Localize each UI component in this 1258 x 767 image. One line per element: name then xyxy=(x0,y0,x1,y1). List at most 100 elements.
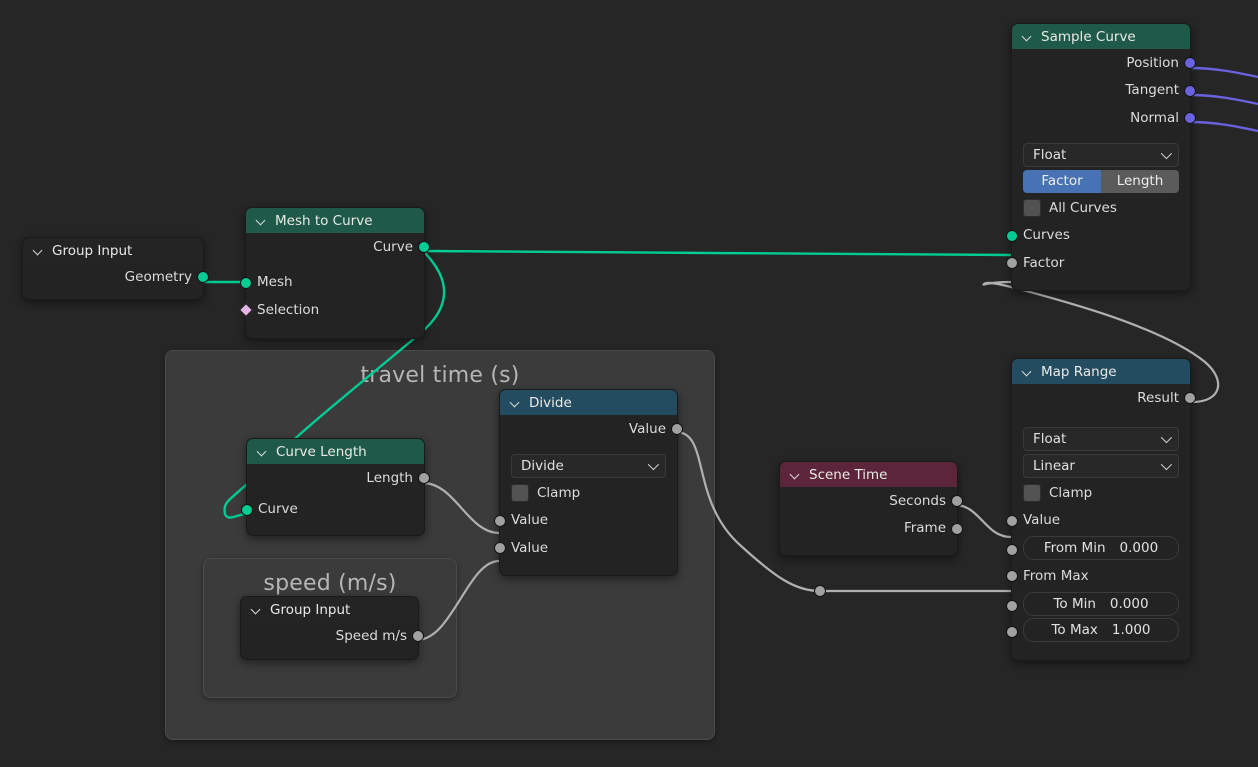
chevron-down-icon[interactable] xyxy=(789,468,802,481)
socket-output-curve[interactable] xyxy=(418,241,430,253)
input-row-curve: Curve xyxy=(241,496,424,524)
valuefield-from-min[interactable]: From Min 0.000 xyxy=(1023,536,1179,560)
node-sample-curve[interactable]: Sample Curve Position Tangent Normal Flo… xyxy=(1006,23,1196,291)
socket-output-normal[interactable] xyxy=(1184,112,1196,124)
node-mesh-to-curve-header[interactable]: Mesh to Curve xyxy=(246,208,424,233)
socket-input-value[interactable] xyxy=(1006,514,1018,527)
node-divide-body: Value Divide Clamp Value Value xyxy=(494,415,683,575)
socket-input-to-max[interactable] xyxy=(1006,625,1018,638)
output-row-length: Length xyxy=(247,464,430,492)
output-row-curve: Curve xyxy=(246,233,430,261)
node-group-input-geometry-header[interactable]: Group Input xyxy=(23,238,203,263)
input-row-from-max: From Max xyxy=(1006,562,1190,590)
node-group-input-geometry[interactable]: Group Input Geometry xyxy=(22,237,209,300)
input-label-curve: Curve xyxy=(258,501,298,518)
chevron-down-icon[interactable] xyxy=(1021,30,1034,43)
socket-output-frame[interactable] xyxy=(951,522,963,535)
node-scene-time[interactable]: Scene Time Seconds Frame xyxy=(779,461,963,556)
socket-output-tangent[interactable] xyxy=(1184,84,1196,97)
frame-speed-label: speed (m/s) xyxy=(263,571,397,596)
socket-input-selection[interactable] xyxy=(238,302,254,318)
dropdown-data-type[interactable]: Float xyxy=(1023,142,1179,167)
output-label-tangent: Tangent xyxy=(1125,82,1179,99)
output-row-result: Result xyxy=(1012,384,1196,412)
output-row-geometry: Geometry xyxy=(23,263,209,291)
chevron-down-icon[interactable] xyxy=(509,396,522,409)
checkrow-clamp[interactable]: Clamp xyxy=(511,481,666,506)
chevron-down-icon[interactable] xyxy=(250,603,263,616)
socket-input-value-1[interactable] xyxy=(494,514,506,527)
node-group-input-speed[interactable]: Group Input Speed m/s xyxy=(240,596,424,660)
dropdown-interpolation[interactable]: Linear xyxy=(1023,453,1179,478)
socket-output-seconds[interactable] xyxy=(951,495,963,507)
socket-input-value-2[interactable] xyxy=(494,542,506,554)
node-group-input-geometry-body: Geometry xyxy=(23,263,209,299)
node-map-range-header[interactable]: Map Range xyxy=(1012,359,1190,384)
checkbox-clamp[interactable] xyxy=(511,484,529,502)
chevron-down-icon[interactable] xyxy=(1021,365,1034,378)
socket-input-factor[interactable] xyxy=(1006,257,1018,269)
output-row-seconds: Seconds xyxy=(780,487,963,515)
valuefield-from-min-value: 0.000 xyxy=(1119,540,1159,556)
dropdown-data-type[interactable]: Float xyxy=(1023,426,1179,451)
socket-output-value[interactable] xyxy=(671,423,683,435)
chevron-down-icon[interactable] xyxy=(256,445,269,458)
input-label-from-max: From Max xyxy=(1023,567,1089,584)
socket-input-from-min[interactable] xyxy=(1006,544,1018,556)
socket-output-length[interactable] xyxy=(418,472,430,484)
node-group-input-speed-header[interactable]: Group Input xyxy=(241,597,418,622)
dropdown-interpolation-value: Linear xyxy=(1033,457,1075,474)
node-curve-length[interactable]: Curve Length Length Curve xyxy=(241,438,430,536)
dropdown-operation[interactable]: Divide xyxy=(511,453,666,478)
socket-input-to-min[interactable] xyxy=(1006,599,1018,612)
valuefield-to-min[interactable]: To Min 0.000 xyxy=(1023,591,1179,616)
checkbox-clamp[interactable] xyxy=(1023,484,1041,502)
chevron-down-icon[interactable] xyxy=(255,214,268,227)
socket-output-geometry[interactable] xyxy=(197,271,209,283)
link-curve-to-samplecurve xyxy=(422,249,1012,257)
output-row-value: Value xyxy=(500,415,683,443)
node-mesh-to-curve-body: Curve Mesh Selection xyxy=(238,233,430,338)
chevron-down-icon[interactable] xyxy=(32,244,45,257)
output-label-length: Length xyxy=(366,469,413,486)
socket-input-curves[interactable] xyxy=(1006,229,1018,242)
node-title: Map Range xyxy=(1041,363,1117,380)
node-curve-length-body: Length Curve xyxy=(241,464,430,535)
input-label-curves: Curves xyxy=(1023,227,1070,244)
toggle-group-mode[interactable]: Factor Length xyxy=(1023,169,1179,193)
label-all-curves: All Curves xyxy=(1049,200,1117,216)
input-row-from-min: From Min 0.000 xyxy=(1006,536,1190,560)
node-editor-canvas[interactable]: travel time (s) speed (m/s) Group Input … xyxy=(0,0,1258,767)
socket-input-from-max[interactable] xyxy=(1006,570,1018,582)
checkrow-all-curves[interactable]: All Curves xyxy=(1023,196,1179,221)
toggle-length[interactable]: Length xyxy=(1101,169,1179,193)
toggle-factor[interactable]: Factor xyxy=(1023,169,1101,193)
input-row-to-max: To Max 1.000 xyxy=(1006,617,1190,642)
link-seconds-to-mapvalue xyxy=(954,503,1012,539)
label-clamp: Clamp xyxy=(537,485,581,501)
node-divide-header[interactable]: Divide xyxy=(500,390,677,415)
node-sample-curve-header[interactable]: Sample Curve xyxy=(1012,24,1190,49)
socket-output-speed[interactable] xyxy=(412,630,424,642)
node-mesh-to-curve[interactable]: Mesh to Curve Curve Mesh Selection xyxy=(238,207,430,339)
node-map-range[interactable]: Map Range Result Float Linear Clamp Valu… xyxy=(1006,358,1196,661)
node-divide[interactable]: Divide Value Divide Clamp Value Value xyxy=(494,389,683,576)
checkrow-clamp[interactable]: Clamp xyxy=(1023,481,1179,506)
node-scene-time-header[interactable]: Scene Time xyxy=(780,462,957,487)
checkbox-all-curves[interactable] xyxy=(1023,199,1041,217)
valuefield-to-max[interactable]: To Max 1.000 xyxy=(1023,617,1179,642)
socket-output-position[interactable] xyxy=(1184,57,1196,69)
node-title: Mesh to Curve xyxy=(275,212,373,229)
socket-input-curve[interactable] xyxy=(241,503,253,516)
reroute-node[interactable] xyxy=(814,585,826,597)
input-label-value-1: Value xyxy=(511,512,549,529)
dropdown-data-type-value: Float xyxy=(1033,146,1067,163)
chevron-down-icon xyxy=(647,458,660,470)
socket-input-mesh[interactable] xyxy=(240,276,252,289)
node-curve-length-header[interactable]: Curve Length xyxy=(247,439,424,464)
link-tangent-out xyxy=(1188,93,1258,106)
input-row-mesh: Mesh xyxy=(240,269,424,297)
valuefield-to-max-label: To Max xyxy=(1051,621,1098,638)
socket-output-result[interactable] xyxy=(1184,392,1196,404)
